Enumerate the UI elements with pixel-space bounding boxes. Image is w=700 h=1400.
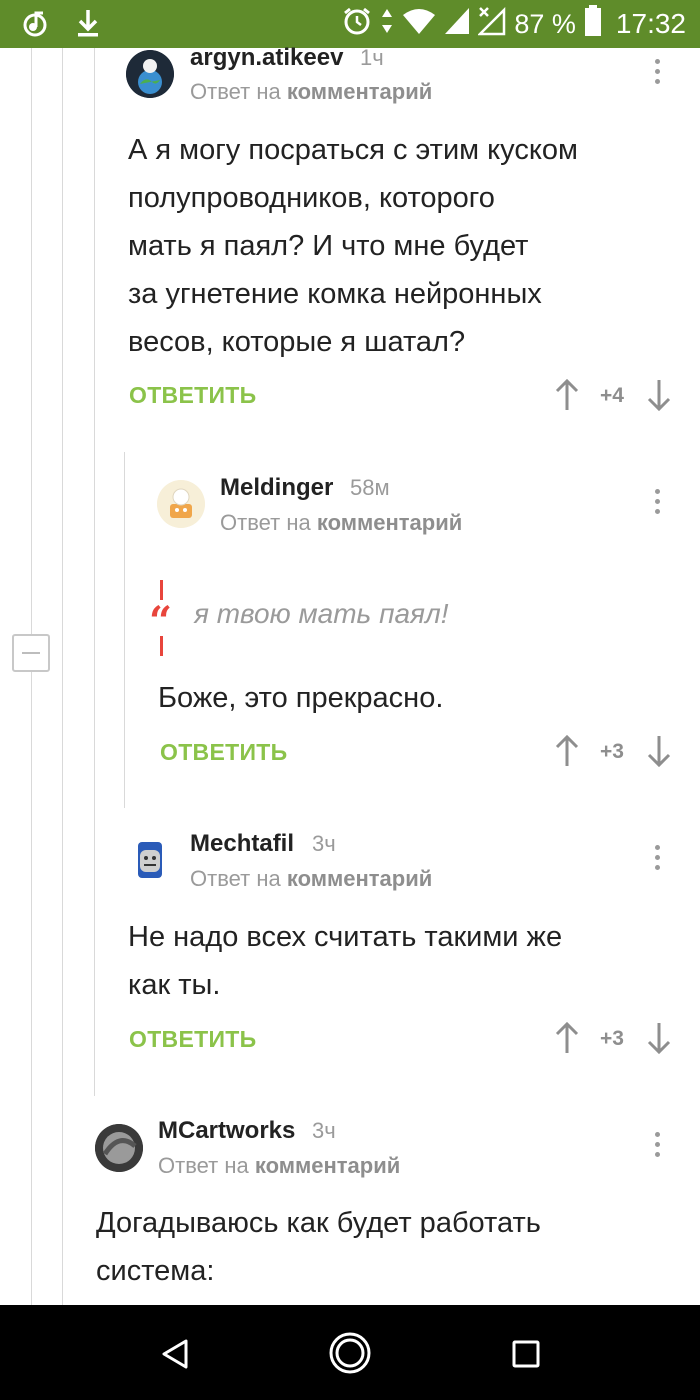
quote-text: я твою мать паял! [194,598,449,629]
more-options-icon[interactable] [655,489,661,517]
quote-bar [160,636,163,656]
more-options-icon[interactable] [655,1132,661,1160]
thread-line [124,452,125,808]
reply-prefix: Ответ на [190,866,281,891]
comment-line: Не надо всех считать такими же [128,921,563,953]
battery-icon [584,4,602,44]
upvote-icon[interactable] [555,734,579,767]
thread-line [62,48,63,1305]
reply-target-link[interactable]: комментарий [317,510,462,535]
download-icon [76,8,100,43]
upvote-icon[interactable] [555,1021,579,1054]
back-icon[interactable] [160,1338,190,1375]
thread-line [31,672,32,1305]
comment-rating: +3 [600,1027,624,1050]
home-icon[interactable] [328,1331,372,1380]
comment-time: 3ч [312,831,336,856]
comment-line: Боже, это прекрасно. [158,682,444,714]
reply-button[interactable]: ОТВЕТИТЬ [129,1026,256,1053]
clock: 17:32 [615,8,686,39]
comment-line: как ты. [128,969,221,1001]
comment-rating: +4 [600,384,624,407]
reply-to-line: Ответ на комментарий [190,79,432,105]
comment-author[interactable]: argyn.atikeev [190,44,343,72]
signal-icon [444,7,470,42]
comment-line: весов, которые я шатал? [128,326,466,358]
comment-line: Догадываюсь как будет работать [96,1207,541,1239]
status-bar: 87 % 17:32 [0,0,700,48]
comment-text: Не надо всех считать такими же как ты. [128,913,688,1009]
avatar[interactable] [95,1124,143,1172]
reply-to-line: Ответ на комментарий [190,866,432,892]
comment-author[interactable]: Mechtafil [190,830,294,858]
reply-to-line: Ответ на комментарий [220,510,462,536]
comment-text: Боже, это прекрасно. [158,674,678,722]
no-signal-icon [477,6,506,43]
comment-rating: +3 [600,740,624,763]
comment-line: А я могу посраться с этим куском [128,134,578,166]
comment-time: 58м [350,475,390,500]
comment-author[interactable]: Meldinger [220,474,333,502]
thread-line [31,48,32,634]
downvote-icon[interactable] [647,1022,671,1055]
comment-author[interactable]: MCartworks [158,1117,295,1145]
comment-time: 3ч [312,1118,336,1143]
upvote-icon[interactable] [555,378,579,411]
comment-line: мать я паял? И что мне будет [128,230,529,262]
collapse-thread-button[interactable] [12,634,50,672]
reply-button[interactable]: ОТВЕТИТЬ [160,739,287,766]
reply-to-line: Ответ на комментарий [158,1153,400,1179]
reply-prefix: Ответ на [190,79,281,104]
comment-text: А я могу посраться с этим куском полупро… [128,126,688,366]
reply-target-link[interactable]: комментарий [287,79,432,104]
avatar[interactable] [126,836,174,884]
recents-icon[interactable] [512,1340,540,1373]
comment-time: 1ч [360,45,384,70]
thread-line [94,48,95,1096]
reply-target-link[interactable]: комментарий [287,866,432,891]
reply-prefix: Ответ на [220,510,311,535]
comment-text: Догадываюсь как будет работать система: [96,1199,686,1295]
alarm-icon [342,6,372,43]
downvote-icon[interactable] [647,735,671,768]
avatar[interactable] [157,480,205,528]
battery-percent: 87 % [514,8,576,39]
reply-button[interactable]: ОТВЕТИТЬ [129,382,256,409]
more-options-icon[interactable] [655,845,661,873]
comment-line: система: [96,1255,215,1287]
music-note-icon [22,8,48,43]
comment-line: полупроводников, которого [128,182,495,214]
more-options-icon[interactable] [655,59,661,87]
comment-line: за угнетение комка нейронных [128,278,542,310]
reply-target-link[interactable]: комментарий [255,1153,400,1178]
quote-bar [160,580,163,600]
navigation-bar [0,1305,700,1400]
wifi-icon [402,7,436,42]
avatar[interactable] [126,50,174,98]
downvote-icon[interactable] [647,379,671,412]
data-arrows-icon [380,6,394,43]
reply-prefix: Ответ на [158,1153,249,1178]
